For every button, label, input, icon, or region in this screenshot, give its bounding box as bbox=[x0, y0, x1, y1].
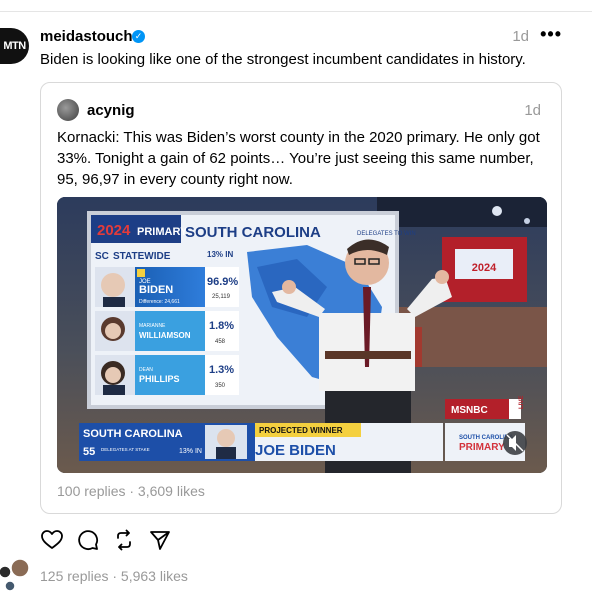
post-text: Biden is looking like one of the stronge… bbox=[40, 51, 526, 68]
like-heart-icon[interactable] bbox=[40, 528, 64, 552]
lower-delegates-number: 55 bbox=[83, 446, 95, 458]
statewide-label: STATEWIDE bbox=[113, 251, 171, 262]
quoted-author-avatar[interactable] bbox=[57, 99, 79, 121]
candidate-2-pct: 1.8% bbox=[209, 320, 234, 332]
quoted-post-stats[interactable]: 100 replies · 3,609 likes bbox=[57, 483, 205, 499]
replier-avatar-2 bbox=[0, 565, 12, 579]
more-options-button[interactable]: ••• bbox=[540, 24, 562, 45]
replier-avatar-1 bbox=[10, 558, 30, 578]
reply-bubble-icon[interactable] bbox=[76, 528, 100, 552]
candidate-2-last: WILLIAMSON bbox=[139, 331, 191, 340]
replier-avatar-3 bbox=[4, 580, 16, 592]
candidate-2-first: MARIANNE bbox=[139, 323, 166, 329]
banner-year: 2024 bbox=[97, 222, 131, 239]
verified-icon: ✓ bbox=[132, 30, 145, 43]
lower-reporting: 13% IN bbox=[179, 448, 202, 455]
author-username[interactable]: meidastouch bbox=[40, 28, 133, 45]
candidate-3-last: PHILLIPS bbox=[139, 374, 180, 384]
post-header: meidastouch ✓ 1d ••• bbox=[40, 24, 562, 48]
candidate-1-extra: Difference: 24,661 bbox=[139, 299, 180, 305]
lower-state: SOUTH CAROLINA bbox=[83, 428, 183, 440]
quoted-post-text: Kornacki: This was Biden’s worst county … bbox=[57, 129, 540, 188]
share-send-icon[interactable] bbox=[148, 528, 172, 552]
candidate-3-pct: 1.3% bbox=[209, 364, 234, 376]
avatar-text: MTN bbox=[3, 40, 26, 52]
background-year-text: 2024 bbox=[472, 262, 497, 274]
sc-label: SC bbox=[95, 251, 109, 262]
delegates-to-win: DELEGATES TO WIN bbox=[357, 231, 416, 237]
lower-delegates-label: DELEGATES AT STAKE bbox=[101, 447, 150, 452]
winner-name: JOE BIDEN bbox=[255, 442, 336, 459]
mute-button[interactable] bbox=[503, 431, 527, 455]
banner-state: SOUTH CAROLINA bbox=[185, 224, 321, 241]
candidate-3-first: DEAN bbox=[139, 367, 153, 373]
candidate-3-votes: 350 bbox=[215, 383, 226, 389]
top-divider bbox=[0, 11, 592, 12]
candidate-1-votes: 25,119 bbox=[212, 294, 231, 300]
live-badge: LIVE bbox=[519, 396, 525, 409]
author-avatar[interactable]: MTN bbox=[0, 28, 29, 64]
candidate-2-votes: 458 bbox=[215, 339, 226, 345]
video-player[interactable]: 2024 2024 PRIMARY SOUTH CAROLINA SC STAT… bbox=[57, 197, 547, 473]
replier-avatars[interactable] bbox=[0, 556, 32, 596]
quoted-author-username[interactable]: acynig bbox=[87, 102, 135, 119]
reporting-label: 13% IN bbox=[207, 250, 233, 259]
quoted-post-time: 1d bbox=[524, 102, 541, 119]
video-frame: 2024 2024 PRIMARY SOUTH CAROLINA SC STAT… bbox=[57, 197, 547, 473]
projected-winner-label: PROJECTED WINNER bbox=[259, 426, 343, 435]
candidate-1-last: BIDEN bbox=[139, 284, 173, 296]
quoted-post-card[interactable]: acynig 1d Kornacki: This was Biden’s wor… bbox=[40, 82, 562, 514]
sc-primary-line-2: PRIMARY bbox=[459, 442, 505, 453]
post-stats[interactable]: 125 replies · 5,963 likes bbox=[40, 568, 188, 584]
network-logo: MSNBC bbox=[451, 405, 488, 416]
banner-primary: PRIMARY bbox=[137, 226, 188, 238]
repost-icon[interactable] bbox=[112, 528, 136, 552]
post-time: 1d bbox=[512, 28, 529, 45]
candidate-1-pct: 96.9% bbox=[207, 276, 238, 288]
